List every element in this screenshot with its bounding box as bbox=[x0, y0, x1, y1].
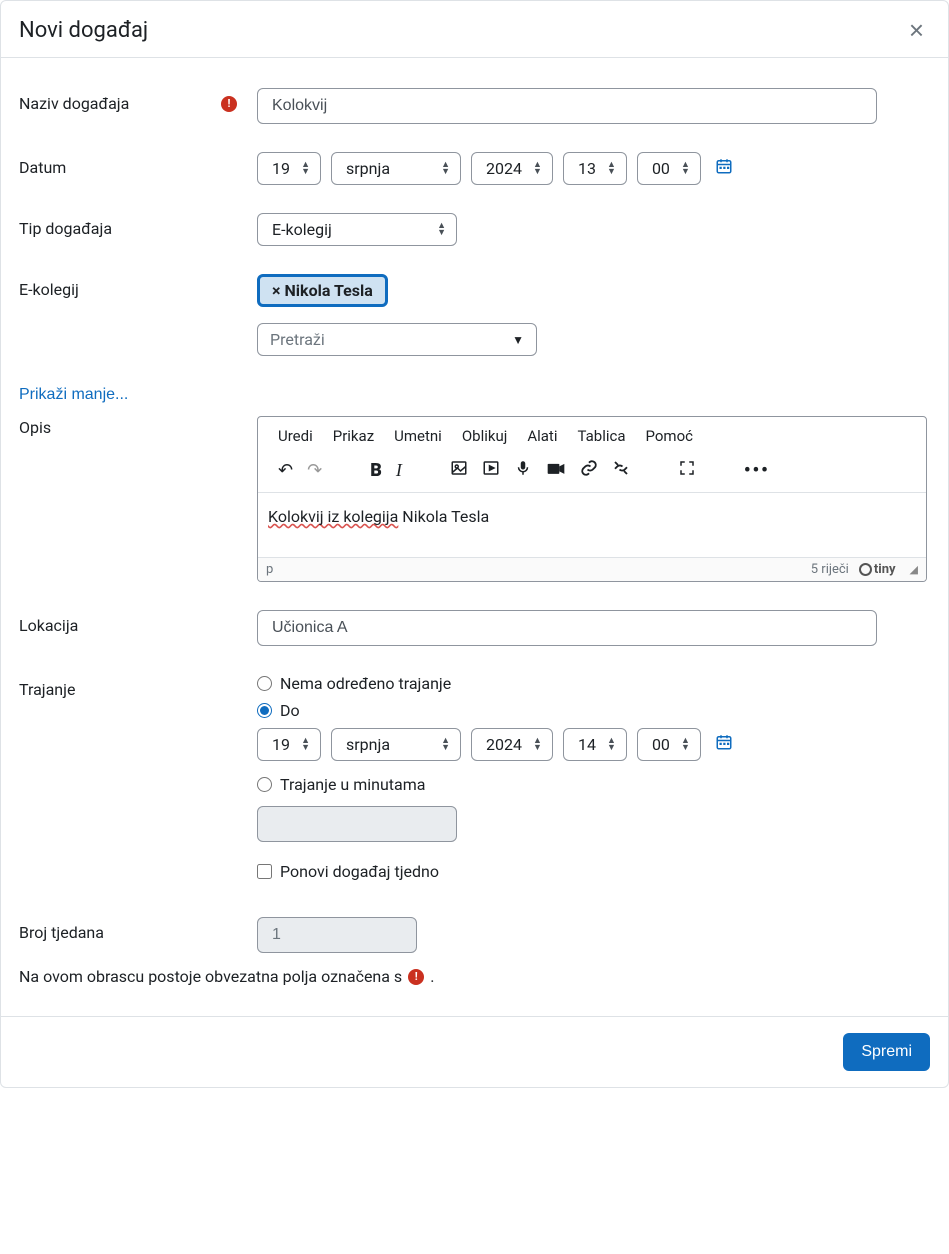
modal-body: Naziv događaja ! Datum 19 ▲▼ srpnja bbox=[1, 58, 948, 1016]
duration-minutes-option[interactable]: Trajanje u minutama bbox=[257, 775, 930, 794]
duration-until-option[interactable]: Do bbox=[257, 701, 930, 720]
redo-icon[interactable]: ↷ bbox=[307, 460, 322, 481]
caret-icon: ▲▼ bbox=[681, 738, 690, 752]
calendar-icon[interactable] bbox=[715, 733, 733, 756]
link-icon[interactable] bbox=[580, 459, 598, 482]
label-course: E-kolegij bbox=[19, 274, 257, 299]
duration-until-datetime: 19 ▲▼ srpnja ▲▼ 2024 ▲▼ 14 ▲▼ bbox=[257, 728, 930, 761]
row-location: Lokacija bbox=[19, 610, 930, 646]
required-icon: ! bbox=[221, 96, 237, 112]
toggle-less-link[interactable]: Prikaži manje... bbox=[19, 386, 128, 404]
menu-insert[interactable]: Umetni bbox=[394, 427, 442, 445]
label-duration: Trajanje bbox=[19, 674, 257, 699]
date-year-select[interactable]: 2024 ▲▼ bbox=[471, 152, 553, 185]
menu-table[interactable]: Tablica bbox=[577, 427, 625, 445]
date-hour-select[interactable]: 13 ▲▼ bbox=[563, 152, 627, 185]
menu-help[interactable]: Pomoć bbox=[646, 427, 693, 445]
close-button[interactable]: × bbox=[905, 17, 928, 43]
caret-icon: ▲▼ bbox=[437, 223, 446, 237]
label-weeks: Broj tjedana bbox=[19, 917, 257, 942]
modal-title: Novi događaj bbox=[19, 18, 148, 43]
caret-icon: ▲▼ bbox=[533, 738, 542, 752]
italic-icon[interactable]: I bbox=[396, 460, 402, 481]
until-year-select[interactable]: 2024 ▲▼ bbox=[471, 728, 553, 761]
caret-icon: ▲▼ bbox=[301, 162, 310, 176]
close-icon: × bbox=[909, 15, 924, 45]
caret-icon: ▲▼ bbox=[441, 738, 450, 752]
row-event-name: Naziv događaja ! bbox=[19, 88, 930, 124]
caret-icon: ▲▼ bbox=[441, 162, 450, 176]
row-description: Opis Uredi Prikaz Umetni Oblikuj Alati T… bbox=[19, 416, 930, 582]
duration-minutes-radio[interactable] bbox=[257, 777, 272, 792]
duration-none-radio[interactable] bbox=[257, 676, 272, 691]
modal-footer: Spremi bbox=[1, 1016, 948, 1087]
caret-icon: ▲▼ bbox=[681, 162, 690, 176]
video-icon[interactable] bbox=[482, 459, 500, 482]
rich-text-editor: Uredi Prikaz Umetni Oblikuj Alati Tablic… bbox=[257, 416, 927, 582]
calendar-icon[interactable] bbox=[715, 157, 733, 180]
microphone-icon[interactable] bbox=[514, 459, 532, 482]
until-month-select[interactable]: srpnja ▲▼ bbox=[331, 728, 461, 761]
chip-remove-icon[interactable]: × bbox=[272, 281, 281, 300]
more-icon[interactable]: ••• bbox=[744, 460, 770, 481]
row-event-type: Tip događaja E-kolegij ▲▼ bbox=[19, 213, 930, 246]
caret-icon: ▲▼ bbox=[301, 738, 310, 752]
menu-format[interactable]: Oblikuj bbox=[462, 427, 508, 445]
repeat-weekly-checkbox[interactable] bbox=[257, 864, 272, 879]
row-course: E-kolegij × Nikola Tesla Pretraži ▼ bbox=[19, 274, 930, 356]
undo-icon[interactable]: ↶ bbox=[278, 460, 293, 481]
word-count: 5 riječi bbox=[811, 562, 849, 577]
until-hour-select[interactable]: 14 ▲▼ bbox=[563, 728, 627, 761]
editor-path: p bbox=[266, 562, 273, 577]
row-weeks: Broj tjedana bbox=[19, 917, 930, 953]
dropdown-icon: ▼ bbox=[512, 333, 524, 347]
date-month-select[interactable]: srpnja ▲▼ bbox=[331, 152, 461, 185]
resize-handle-icon[interactable]: ◢ bbox=[910, 563, 918, 576]
until-day-select[interactable]: 19 ▲▼ bbox=[257, 728, 321, 761]
event-type-select[interactable]: E-kolegij ▲▼ bbox=[257, 213, 457, 246]
label-event-name: Naziv događaja ! bbox=[19, 88, 257, 113]
menu-edit[interactable]: Uredi bbox=[278, 427, 313, 445]
search-placeholder: Pretraži bbox=[270, 330, 325, 349]
bold-icon[interactable]: B bbox=[370, 460, 382, 481]
label-description: Opis bbox=[19, 416, 257, 437]
unlink-icon[interactable] bbox=[612, 459, 630, 482]
menu-view[interactable]: Prikaz bbox=[333, 427, 374, 445]
date-minute-select[interactable]: 00 ▲▼ bbox=[637, 152, 701, 185]
duration-none-option[interactable]: Nema određeno trajanje bbox=[257, 674, 930, 693]
weeks-input bbox=[257, 917, 417, 953]
until-minute-select[interactable]: 00 ▲▼ bbox=[637, 728, 701, 761]
course-search-combo[interactable]: Pretraži ▼ bbox=[257, 323, 537, 356]
editor-content[interactable]: Kolokvij iz kolegija Nikola Tesla bbox=[258, 493, 926, 557]
row-duration: Trajanje Nema određeno trajanje Do 19 ▲▼ bbox=[19, 674, 930, 889]
course-chip[interactable]: × Nikola Tesla bbox=[257, 274, 388, 307]
location-input[interactable] bbox=[257, 610, 877, 646]
image-icon[interactable] bbox=[450, 459, 468, 482]
event-modal: Novi događaj × Naziv događaja ! Datum bbox=[0, 0, 949, 1088]
fullscreen-icon[interactable] bbox=[678, 459, 696, 482]
caret-icon: ▲▼ bbox=[533, 162, 542, 176]
row-date: Datum 19 ▲▼ srpnja ▲▼ 2024 ▲▼ bbox=[19, 152, 930, 185]
camera-icon[interactable] bbox=[546, 460, 566, 481]
date-day-select[interactable]: 19 ▲▼ bbox=[257, 152, 321, 185]
modal-header: Novi događaj × bbox=[1, 1, 948, 58]
event-name-input[interactable] bbox=[257, 88, 877, 124]
duration-until-radio[interactable] bbox=[257, 703, 272, 718]
editor-statusbar: p 5 riječi tiny ◢ bbox=[258, 557, 926, 581]
label-date: Datum bbox=[19, 152, 257, 177]
repeat-weekly-option[interactable]: Ponovi događaj tjedno bbox=[257, 862, 930, 881]
required-icon: ! bbox=[408, 969, 424, 985]
label-location: Lokacija bbox=[19, 610, 257, 635]
editor-toolbar: ↶ ↷ B I bbox=[258, 453, 926, 493]
menu-tools[interactable]: Alati bbox=[527, 427, 557, 445]
tiny-logo: tiny bbox=[859, 562, 896, 577]
duration-minutes-input bbox=[257, 806, 457, 842]
label-event-type: Tip događaja bbox=[19, 213, 257, 238]
chip-label: Nikola Tesla bbox=[285, 281, 373, 300]
required-fields-note: Na ovom obrascu postoje obvezatna polja … bbox=[19, 967, 930, 986]
caret-icon: ▲▼ bbox=[607, 162, 616, 176]
editor-menu: Uredi Prikaz Umetni Oblikuj Alati Tablic… bbox=[258, 417, 926, 453]
save-button[interactable]: Spremi bbox=[843, 1033, 930, 1071]
caret-icon: ▲▼ bbox=[607, 738, 616, 752]
